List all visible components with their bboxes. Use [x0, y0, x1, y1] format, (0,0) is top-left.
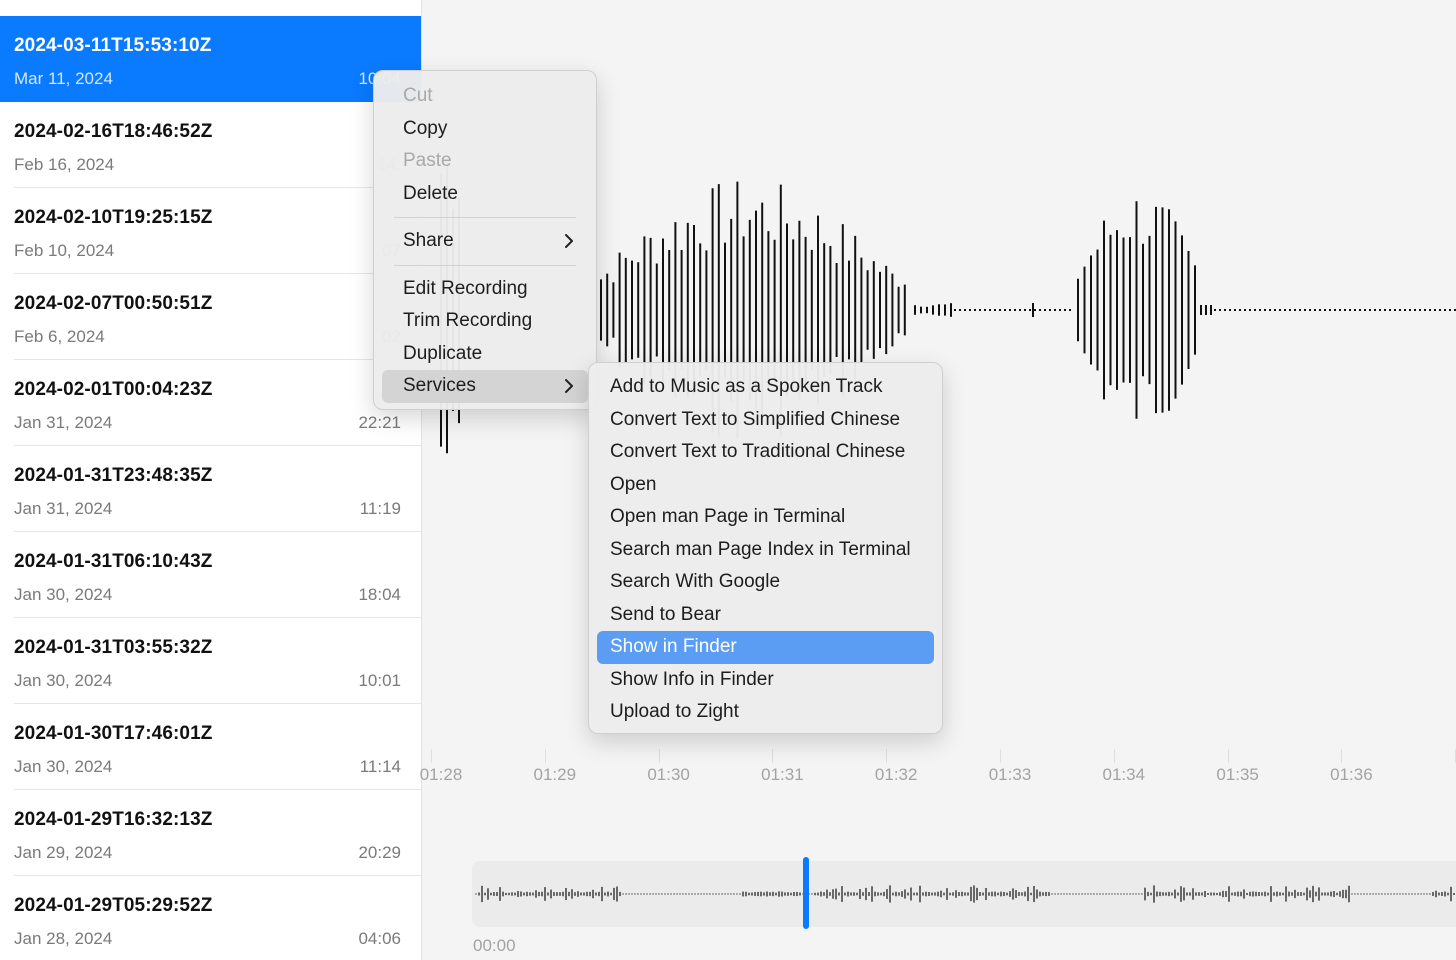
menu-item-services-label: Services: [403, 375, 476, 396]
timeline-tick-mark: [658, 749, 660, 763]
recording-title: 2024-02-16T18:46:52Z: [14, 121, 213, 142]
recording-date: Mar 11, 2024: [14, 69, 113, 88]
menu-separator: [394, 217, 576, 218]
menu-item-cut: Cut: [403, 85, 433, 106]
recording-row[interactable]: 2024-02-16T18:46:52ZFeb 16, 202414:: [0, 102, 421, 188]
services-item[interactable]: Open man Page in Terminal: [597, 501, 934, 534]
recording-row[interactable]: 2024-02-10T19:25:15ZFeb 10, 202407: [0, 188, 421, 274]
recording-title: 2024-01-31T23:48:35Z: [14, 465, 213, 486]
recording-date: Jan 30, 2024: [14, 671, 113, 690]
recording-duration: 11:19: [359, 499, 401, 518]
overview-start-time: 00:00: [473, 936, 516, 955]
chevron-right-icon: [564, 370, 574, 403]
recording-duration: 22:21: [358, 413, 401, 432]
recording-title: 2024-01-30T17:46:01Z: [14, 723, 213, 744]
recording-duration: 11:14: [359, 757, 401, 776]
menu-item-trim-recording[interactable]: Trim Recording: [382, 305, 588, 338]
recordings-sidebar: 2024-03-11T15:53:10ZMar 11, 202410:04202…: [0, 0, 422, 960]
recording-date: Jan 31, 2024: [14, 499, 113, 518]
recording-row[interactable]: 2024-01-31T23:48:35Z Jan 31, 2024 11:19: [0, 446, 421, 532]
services-submenu: Add to Music as a Spoken Track Convert Te…: [588, 362, 943, 734]
services-item[interactable]: Search man Page Index in Terminal: [597, 534, 934, 567]
recording-date: Jan 31, 2024: [14, 413, 113, 432]
recording-duration: 04:06: [358, 929, 401, 948]
timeline-tick-label: 01:35: [1216, 765, 1259, 784]
timeline-ruler[interactable]: 01:28 01:29 01:30 01:31 01:32 01:33 01:34 01:35…: [419, 745, 1456, 795]
recording-date: Jan 30, 2024: [14, 585, 113, 604]
recording-row[interactable]: 2024-01-29T05:29:52Z Jan 28, 2024 04:06: [0, 876, 421, 960]
recording-row[interactable]: 2024-01-31T06:10:43Z Jan 30, 2024 18:04: [0, 532, 421, 618]
services-item[interactable]: Open: [597, 469, 934, 502]
recording-title: 2024-01-29T05:29:52Z: [14, 895, 213, 916]
overview-waveform-bars: [475, 885, 1455, 903]
services-item[interactable]: Convert Text to Simplified Chinese: [597, 404, 934, 437]
playhead-handle[interactable]: [803, 857, 809, 929]
timeline-tick-mark: [1113, 749, 1115, 763]
recording-row[interactable]: 2024-01-30T17:46:01Z Jan 30, 2024 11:14: [0, 704, 421, 790]
menu-item-paste: Paste: [403, 150, 452, 171]
services-item[interactable]: Add to Music as a Spoken Track: [597, 371, 934, 404]
recording-duration: 18:04: [358, 585, 401, 604]
recording-date: Feb 10, 2024: [14, 241, 115, 260]
timeline-tick-mark: [772, 749, 774, 763]
menu-item-services[interactable]: Services: [382, 370, 588, 403]
timeline-tick-mark: [431, 749, 432, 763]
timeline-tick-mark: [1341, 749, 1343, 763]
menu-item-share[interactable]: Share: [382, 225, 588, 258]
recording-title: 2024-02-10T19:25:15Z: [14, 207, 213, 228]
menu-item-copy[interactable]: Copy: [382, 113, 588, 146]
services-item[interactable]: Send to Bear: [597, 599, 934, 632]
menu-separator: [394, 264, 576, 266]
services-item[interactable]: Search With Google: [597, 566, 934, 599]
recording-duration: 20:29: [358, 843, 401, 862]
services-item[interactable]: Show in Finder: [597, 631, 934, 664]
menu-item-duplicate[interactable]: Duplicate: [382, 338, 588, 371]
timeline-tick-mark: [1227, 749, 1229, 763]
recording-title: 2024-01-31T06:10:43Z: [14, 551, 213, 572]
services-item[interactable]: Show Info in Finder: [597, 664, 934, 697]
timeline-tick-label: 01:32: [874, 765, 918, 784]
recording-date: Jan 30, 2024: [14, 757, 113, 776]
recording-date: Jan 28, 2024: [14, 929, 113, 948]
menu-item-delete[interactable]: Delete: [382, 178, 588, 211]
recording-row[interactable]: 2024-01-31T03:55:32Z Jan 30, 2024 10:01: [0, 618, 421, 704]
timeline-tick-label: 01:31: [761, 765, 804, 784]
timeline-tick-mark: [886, 749, 888, 763]
recording-date: Feb 6, 2024: [14, 327, 105, 346]
recording-date: Jan 29, 2024: [14, 843, 113, 862]
menu-item-edit-recording[interactable]: Edit Recording: [382, 273, 588, 306]
recording-row[interactable]: 2024-02-07T00:50:51ZFeb 6, 202402: [0, 274, 421, 360]
timeline-tick-label: 01:33: [988, 765, 1032, 784]
menu-item-share-label: Share: [403, 230, 454, 251]
timeline-tick-label: 01:29: [533, 765, 577, 784]
recording-date: Feb 16, 2024: [14, 155, 115, 174]
timeline-tick-mark: [1000, 749, 1001, 763]
overview-waveform[interactable]: [472, 861, 1456, 927]
context-menu: Cut Copy Paste Delete Share Edit Recordi…: [373, 70, 597, 410]
recording-row[interactable]: 2024-01-29T16:32:13Z Jan 29, 2024 20:29: [0, 790, 421, 876]
timeline-tick-label: 01:36: [1330, 765, 1373, 784]
recording-title: 2024-02-01T00:04:23Z: [14, 379, 213, 400]
chevron-right-icon: [564, 225, 574, 258]
recording-row[interactable]: 2024-02-01T00:04:23Z Jan 31, 2024 22:21: [0, 360, 421, 446]
timeline-tick-label: 01:30: [647, 765, 690, 784]
recording-row[interactable]: 2024-03-11T15:53:10ZMar 11, 202410:04: [0, 16, 421, 102]
recording-duration: 10:01: [358, 671, 401, 690]
services-item[interactable]: Convert Text to Traditional Chinese: [597, 436, 934, 469]
recording-title: 2024-03-11T15:53:10Z: [14, 35, 212, 56]
recording-title: 2024-01-29T16:32:13Z: [14, 809, 213, 830]
services-item[interactable]: Upload to Zight: [597, 696, 934, 729]
timeline-tick-label: 01:28: [419, 765, 463, 784]
sidebar-top-spacer: [0, 0, 421, 16]
recording-title: 2024-01-31T03:55:32Z: [14, 637, 213, 658]
recordings-list: 2024-03-11T15:53:10ZMar 11, 202410:04202…: [0, 16, 421, 960]
timeline-tick-label: 01:34: [1102, 765, 1146, 784]
timeline-tick-mark: [544, 749, 546, 763]
recording-title: 2024-02-07T00:50:51Z: [14, 293, 213, 314]
